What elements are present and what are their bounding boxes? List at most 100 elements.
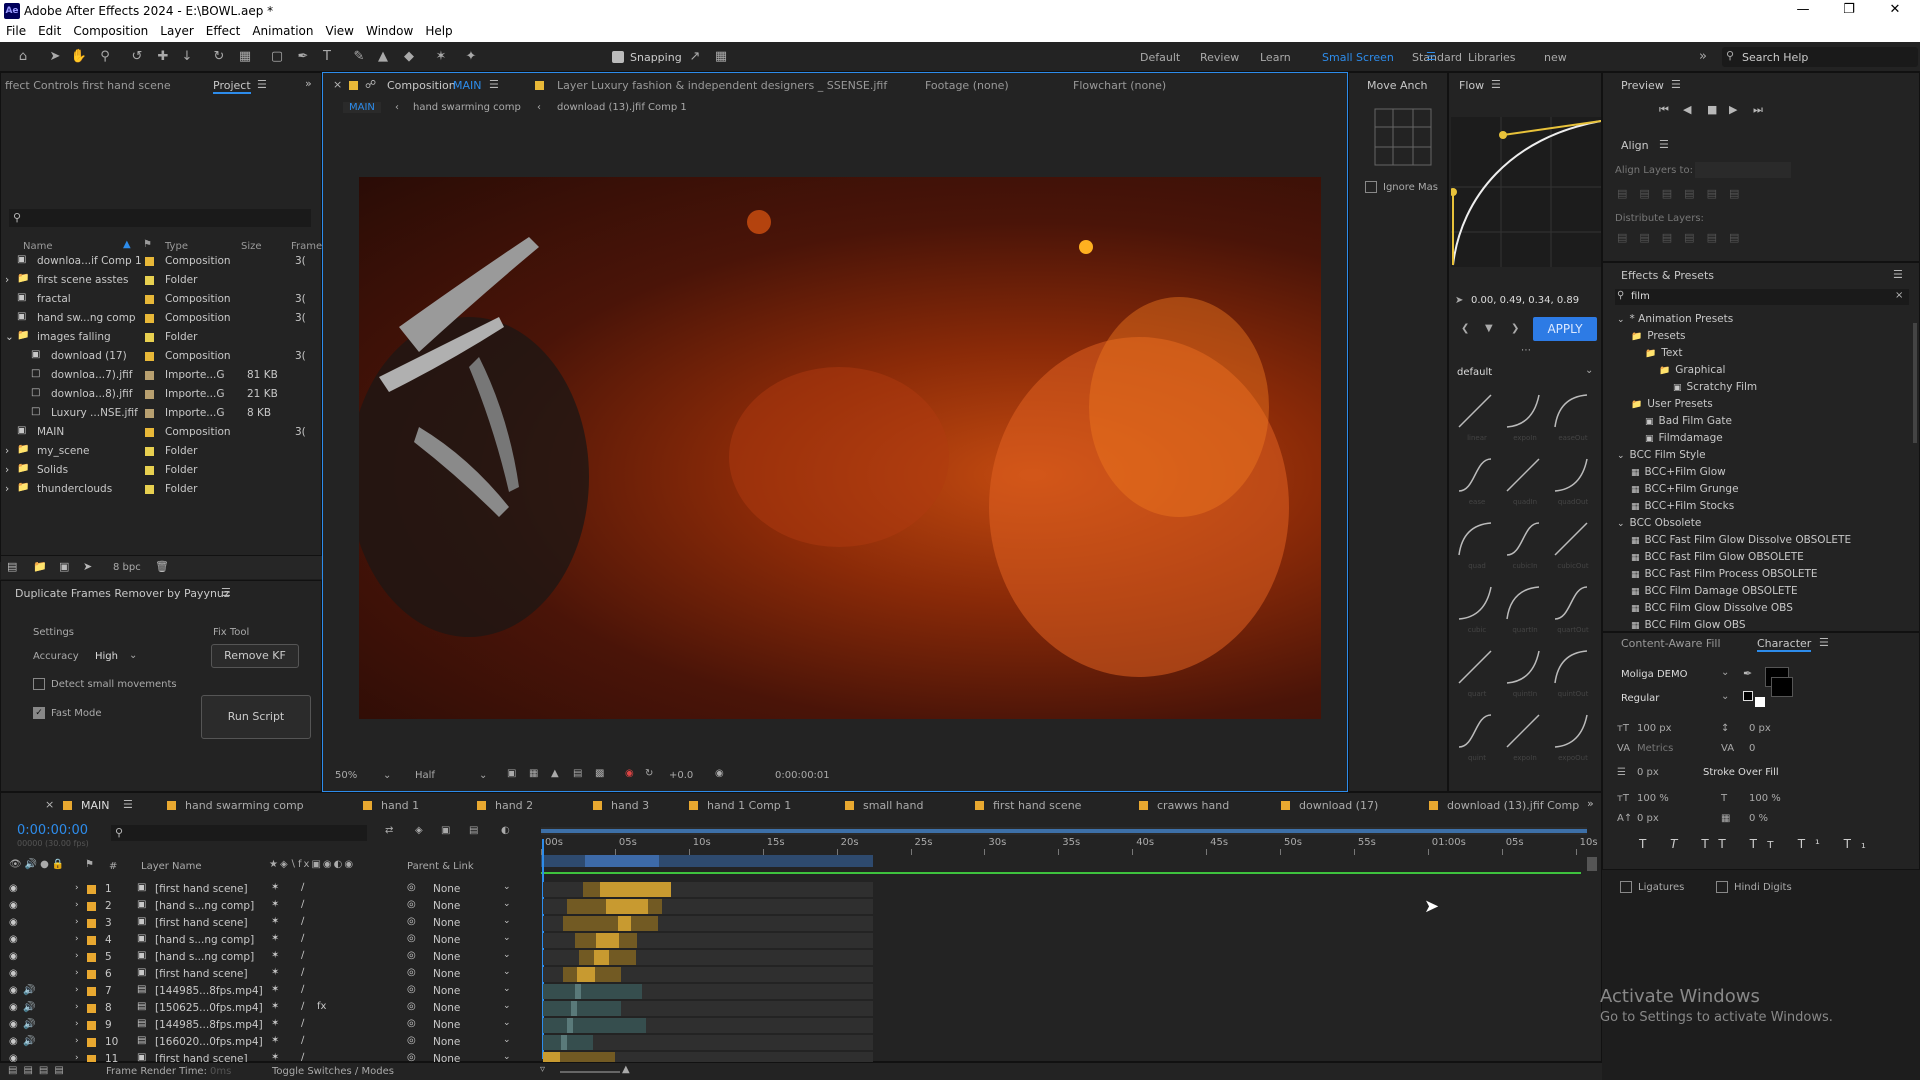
twirl-icon[interactable]: › [75,900,79,910]
visibility-eye-icon[interactable]: ◉ [9,968,18,979]
hand-tool-icon[interactable]: ✋ [70,48,88,66]
workspace-learn[interactable]: Learn [1260,51,1291,64]
project-item[interactable]: □ downloa...8).jfif Importe...G 21 KB [1,386,321,405]
collapse-transform-icon[interactable]: ✶ [271,916,279,927]
zoom-select[interactable]: 50% [335,770,357,781]
timeline-tab[interactable]: MAIN [81,799,110,812]
twirl-icon[interactable]: › [5,483,9,495]
hindi-digits-checkbox[interactable] [1716,881,1728,893]
workspace-new[interactable]: new [1544,51,1567,64]
visibility-eye-icon[interactable]: ◉ [9,883,18,894]
horizontal-scale-value[interactable]: 100 % [1749,793,1781,804]
parent-select[interactable]: None [433,1002,460,1014]
menu-composition[interactable]: Composition [67,22,154,40]
project-item[interactable]: ▣ downloa...if Comp 1 Composition 3( [1,253,321,272]
timeline-tab[interactable]: hand 2 [495,799,533,812]
layer-name[interactable]: [first hand scene] [155,968,248,980]
effects-presets-title[interactable]: Effects & Presets [1621,269,1714,282]
label-color[interactable] [145,390,154,399]
next-preset-icon[interactable]: ❯ [1511,323,1519,334]
layer-name[interactable]: [hand s...ng comp] [155,934,254,946]
markers-region[interactable] [585,855,659,867]
pickwhip-icon[interactable]: ◎ [407,916,416,927]
flowchart-tab[interactable]: Flowchart (none) [1073,79,1166,92]
first-frame-icon[interactable]: ⏮ [1659,103,1669,117]
layer-name[interactable]: [150625...0fps.mp4] [155,1002,263,1014]
pickwhip-icon[interactable]: ◎ [407,1035,416,1046]
close-tab-icon[interactable]: × [45,798,54,811]
parent-select[interactable]: None [433,985,460,997]
twirl-icon[interactable]: › [75,934,79,944]
chevron-down-icon[interactable]: ⌄ [1721,691,1729,702]
pickwhip-icon[interactable]: ◎ [407,933,416,944]
effects-tree-item[interactable]: ▦ BCC Fast Film Glow Dissolve OBSOLETE [1631,534,1851,550]
parent-select[interactable]: None [433,1036,460,1048]
chevron-down-icon[interactable]: ⌄ [129,650,137,661]
render-queue-icon[interactable]: ➤ [83,560,92,573]
exposure-value[interactable]: +0.0 [669,770,693,781]
chevron-down-icon[interactable]: ⌄ [479,770,487,781]
copy-values-icon[interactable]: ➤ [1455,295,1463,306]
timeline-layer-row[interactable]: ◉ 🔊 › 7 ▤ [144985...8fps.mp4] ✶ ∕ ◎ None ⌄ [1,983,1601,1000]
brush-tool-icon[interactable]: ✎ [350,48,368,66]
more-tabs-icon[interactable]: » [1587,797,1594,810]
twirl-icon[interactable]: › [75,968,79,978]
more-workspaces-icon[interactable]: » [1694,48,1712,66]
anchor-grid[interactable] [1373,107,1433,167]
layer-label-color[interactable] [87,1038,96,1047]
stroke-color-swatch[interactable] [1771,677,1793,697]
new-comp-icon[interactable]: ▣ [59,560,69,573]
parent-select[interactable]: None [433,968,460,980]
flow-curve-preset[interactable]: quad [1455,517,1499,577]
collapse-transform-icon[interactable]: ✶ [271,1018,279,1029]
breadcrumb-main[interactable]: MAIN [343,102,381,113]
effects-tree-item[interactable]: ⌄ BCC Obsolete [1617,517,1701,533]
pan-tool-icon[interactable]: ✚ [154,48,172,66]
audio-speaker-icon[interactable]: 🔊 [23,1019,35,1030]
pickwhip-icon[interactable]: ◎ [407,882,416,893]
parent-select[interactable]: None [433,951,460,963]
orbit-tool-icon[interactable]: ↺ [128,48,146,66]
interpret-footage-icon[interactable]: ▤ [7,560,17,573]
preset-library-select[interactable]: default [1457,367,1492,378]
quality-switch-icon[interactable]: ∕ [301,882,304,893]
next-frame-icon[interactable]: ▶ [1729,103,1737,116]
workspace-menu-icon[interactable]: ☰ [1426,50,1436,63]
timeline-tab[interactable]: download (17) [1299,799,1378,812]
label-column-icon[interactable]: ⚑ [143,239,152,250]
text-style-buttons[interactable]: T T TT Tᴛ T¹ T₁ [1639,837,1876,851]
visibility-eye-icon[interactable]: ◉ [9,1002,18,1013]
effects-tree-item[interactable]: ▦ BCC Film Damage OBSOLETE [1631,585,1798,601]
twirl-icon[interactable]: › [75,1036,79,1046]
dup-panel-title[interactable]: Duplicate Frames Remover by Payynuz [15,587,230,600]
sort-asc-icon[interactable]: ▲ [123,239,131,250]
workspace-standard[interactable]: Standard [1412,51,1462,64]
comp-tab-label[interactable]: Composition [387,79,456,92]
close-tab-icon[interactable]: × [333,78,342,91]
flow-curve-preset[interactable]: cubic [1455,581,1499,641]
pickwhip-icon[interactable]: ◎ [407,984,416,995]
layer-label-color[interactable] [87,936,96,945]
move-anchor-title[interactable]: Move Anch [1367,79,1428,92]
parent-select[interactable]: None [433,917,460,929]
quality-switch-icon[interactable]: ∕ [301,916,304,927]
flow-curve-preset[interactable]: quadIn [1503,453,1547,513]
layer-in-out-range[interactable] [570,1001,577,1016]
panel-menu-icon[interactable]: ☰ [257,78,267,91]
layer-in-out-range[interactable] [566,1018,573,1033]
chevron-down-icon[interactable]: ⌄ [503,933,511,943]
audio-speaker-icon[interactable]: 🔊 [23,985,35,996]
audio-speaker-icon[interactable]: 🔊 [23,1002,35,1013]
panel-menu-icon[interactable]: ☰ [1491,78,1501,91]
project-item[interactable]: › 📁 first scene asstes Folder [1,272,321,291]
zoom-tool-icon[interactable]: ⚲ [96,48,114,66]
timeline-search-input[interactable]: ⚲ [111,825,367,841]
timeline-layer-row[interactable]: ◉ 🔊 › 8 ▤ [150625...0fps.mp4] ✶ ∕ fx ◎ None ⌄ [1,1000,1601,1017]
guides-icon[interactable]: ▤ [573,768,582,779]
twirl-icon[interactable]: › [75,883,79,893]
effects-tree-item[interactable]: ⌄ BCC Film Style [1617,449,1706,465]
project-item[interactable]: ▣ MAIN Composition 3( [1,424,321,443]
parent-select[interactable]: None [433,900,460,912]
effects-tree-item[interactable]: ▦ BCC Fast Film Process OBSOLETE [1631,568,1818,584]
label-color[interactable] [145,295,154,304]
